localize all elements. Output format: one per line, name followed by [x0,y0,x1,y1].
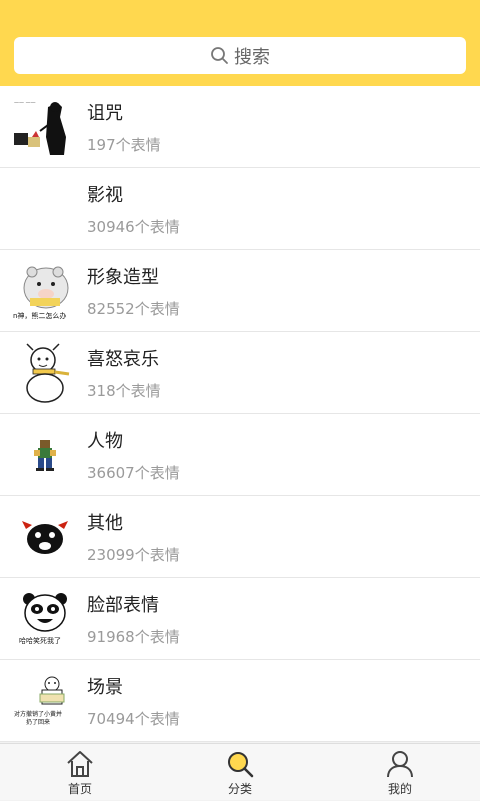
header-bar: 搜索 [0,0,480,86]
category-list: —— —— 诅咒 197个表情 影视 30946个表情 n神，熊二怎么办 形象造… [0,86,480,742]
category-count: 197个表情 [87,136,161,154]
category-title: 脸部表情 [87,595,159,616]
tab-home-label: 首页 [67,782,92,796]
search-icon [228,752,254,778]
category-count: 91968个表情 [87,628,180,646]
svg-text:对方撤销了小黄并: 对方撤销了小黄并 [14,710,62,718]
category-title: 影视 [87,185,123,206]
category-count: 82552个表情 [87,300,180,318]
category-thumbnail [12,176,78,242]
category-row-other[interactable]: 其他 23099个表情 [0,496,480,578]
bear-sign-image: 对方撤销了小黄并 扔了回来 [14,676,65,726]
panda-caption: 哈哈笑死我了 [19,636,61,645]
category-thumbnail: 对方撤销了小黄并 扔了回来 [12,668,78,734]
svg-text:—— ——: —— —— [14,100,36,106]
category-thumbnail [12,340,78,406]
category-row-film[interactable]: 影视 30946个表情 [0,168,480,250]
category-count: 70494个表情 [87,710,180,728]
search-icon [211,46,228,64]
category-title: 其他 [87,513,123,534]
bottom-tab-bar: 首页 分类 我的 [0,743,480,800]
panda-face-image: 哈哈笑死我了 [19,593,67,645]
category-thumbnail: 哈哈笑死我了 [12,586,78,652]
category-title: 喜怒哀乐 [87,349,159,370]
hamster-character-image: n神，熊二怎么办 [13,266,69,320]
user-icon [387,751,413,778]
category-title: 场景 [87,677,123,698]
hamster-caption: n神，熊二怎么办 [13,311,66,320]
tab-home[interactable]: 首页 [20,744,140,801]
tab-mine-label: 我的 [387,782,412,796]
category-row-curse[interactable]: —— —— 诅咒 197个表情 [0,86,480,168]
tab-category-label: 分类 [227,782,252,796]
tab-category[interactable]: 分类 [180,744,300,801]
category-row-people[interactable]: 人物 36607个表情 [0,414,480,496]
category-thumbnail: n神，熊二怎么办 [12,258,78,324]
category-title: 诅咒 [87,103,123,124]
search-bar[interactable]: 搜索 [14,37,466,74]
category-thumbnail: —— —— [12,94,78,160]
category-thumbnail [12,504,78,570]
search-label: 搜索 [234,46,270,68]
category-title: 形象造型 [87,267,159,288]
category-thumbnail [12,422,78,488]
snowman-character-image [26,343,70,403]
black-devil-face-image [22,521,68,554]
category-count: 23099个表情 [87,546,180,564]
category-row-face[interactable]: 哈哈笑死我了 脸部表情 91968个表情 [0,578,480,660]
category-count: 318个表情 [87,382,161,400]
curse-figure-image: —— —— [12,97,78,157]
svg-text:扔了回来: 扔了回来 [26,718,50,726]
category-count: 30946个表情 [87,218,180,236]
category-row-character[interactable]: n神，熊二怎么办 形象造型 82552个表情 [0,250,480,332]
pixel-figure-image [34,440,56,471]
category-title: 人物 [87,431,123,452]
tab-mine[interactable]: 我的 [340,744,460,801]
category-count: 36607个表情 [87,464,180,482]
category-row-scene[interactable]: 对方撤销了小黄并 扔了回来 场景 70494个表情 [0,660,480,742]
category-row-emotion[interactable]: 喜怒哀乐 318个表情 [0,332,480,414]
home-icon [67,751,93,777]
